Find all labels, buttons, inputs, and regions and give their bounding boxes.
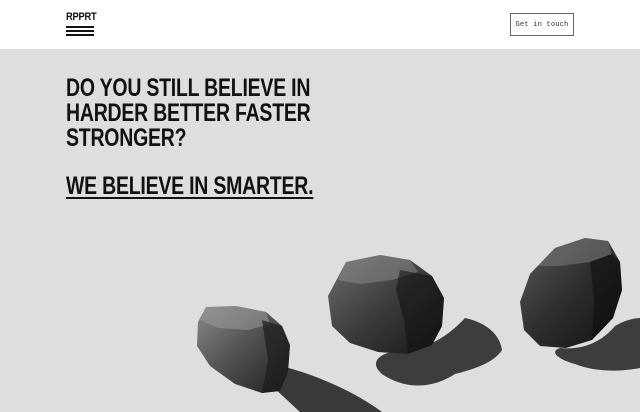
rock-shadow bbox=[555, 318, 640, 371]
rock-left bbox=[197, 306, 290, 393]
headline-line: STRONGER? bbox=[66, 124, 187, 152]
rock-middle bbox=[328, 255, 444, 354]
rock-shadow bbox=[255, 362, 382, 412]
get-in-touch-button[interactable]: Get in touch bbox=[510, 13, 574, 36]
logo-lines-icon bbox=[66, 26, 94, 38]
logo-text: RPPRT bbox=[66, 11, 97, 23]
headline-line: HARDER BETTER FASTER bbox=[66, 99, 311, 127]
rock-right bbox=[520, 238, 622, 348]
hero-headline: DO YOU STILL BELIEVE IN HARDER BETTER FA… bbox=[66, 76, 311, 151]
top-navbar: RPPRT Get in touch bbox=[0, 0, 640, 49]
logo[interactable]: RPPRT bbox=[66, 11, 97, 38]
rocks-image bbox=[197, 238, 640, 412]
rock-shadow bbox=[375, 318, 502, 386]
page: RPPRT Get in touch DO YOU STILL BELIEVE … bbox=[0, 0, 640, 412]
headline-line: DO YOU STILL BELIEVE IN bbox=[66, 74, 311, 102]
hero-tagline-link[interactable]: WE BELIEVE IN SMARTER. bbox=[66, 174, 314, 199]
